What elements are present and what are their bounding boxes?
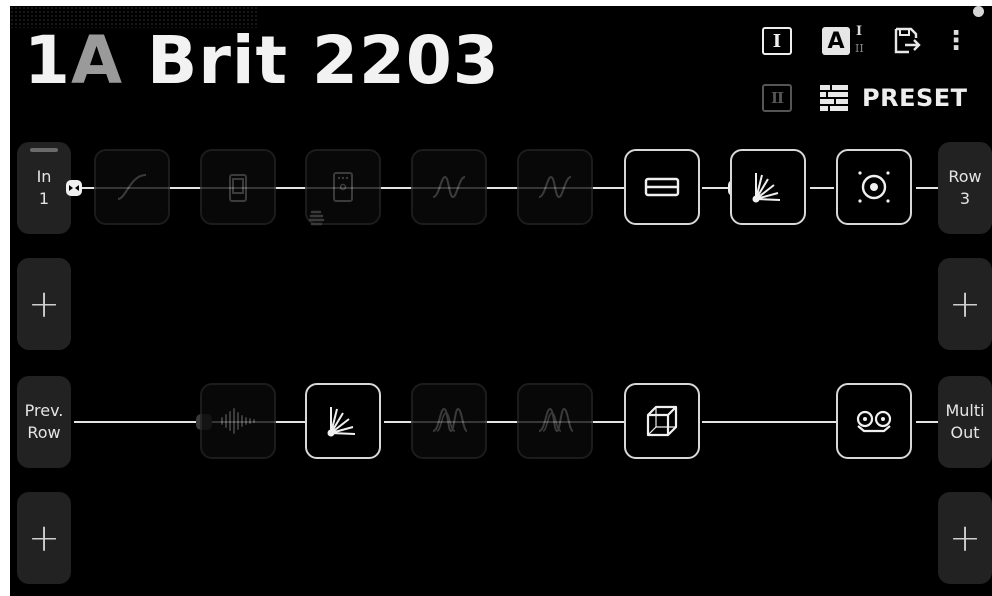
block-wah[interactable] xyxy=(200,149,276,225)
plus-icon: + xyxy=(28,516,60,560)
row3-signal-line xyxy=(702,421,836,423)
row3-input-label-2: Row xyxy=(27,423,61,442)
row2-add-left-button[interactable]: + xyxy=(17,258,71,350)
snapshot-2-button[interactable]: II xyxy=(762,84,792,112)
preset-name: Brit 2203 xyxy=(147,22,500,99)
block-cabinet[interactable] xyxy=(836,149,912,225)
row1-split-point[interactable] xyxy=(66,180,82,196)
row3-input-tab[interactable]: Prev. Row xyxy=(17,376,71,468)
eq-slider-icon xyxy=(644,177,680,197)
amp-fan-icon xyxy=(752,173,781,203)
ab-top-label: I xyxy=(856,24,863,39)
row4-add-right-button[interactable]: + xyxy=(938,492,992,584)
plus-icon: + xyxy=(28,282,60,326)
row1-output-label-1: Row xyxy=(948,167,982,186)
block-delay[interactable] xyxy=(836,383,912,459)
modulation-wave-icon xyxy=(538,407,574,433)
snapshot-1-button[interactable]: I xyxy=(762,27,792,55)
reverb-cube-icon xyxy=(646,405,678,437)
waveform-icon xyxy=(538,175,572,199)
row3-output-tab[interactable]: Multi Out xyxy=(938,376,992,468)
row3-output-label-1: Multi xyxy=(945,401,985,420)
row1-signal-line xyxy=(916,187,938,189)
block-eq[interactable] xyxy=(624,149,700,225)
save-button[interactable] xyxy=(890,23,924,59)
block-filter-1[interactable] xyxy=(411,149,487,225)
ab-bottom-label: II xyxy=(855,42,864,55)
row1-signal-line xyxy=(702,187,730,189)
volume-swell-icon xyxy=(117,174,147,200)
row1-signal-line xyxy=(810,187,834,189)
block-amp[interactable] xyxy=(730,149,806,225)
plus-icon: + xyxy=(949,516,981,560)
wah-pedal-icon xyxy=(229,174,247,202)
row1-input-tab[interactable]: In 1 xyxy=(17,142,71,234)
row4-add-left-button[interactable]: + xyxy=(17,492,71,584)
noise-gate-icon xyxy=(221,408,255,434)
block-volume-swell[interactable] xyxy=(94,149,170,225)
cabinet-speaker-icon xyxy=(858,171,890,203)
row1-input-label-2: 1 xyxy=(38,189,50,208)
block-reverb[interactable] xyxy=(624,383,700,459)
tape-delay-icon xyxy=(856,410,892,433)
row1-output-tab[interactable]: Row 3 xyxy=(938,142,992,234)
block-modulation-1[interactable] xyxy=(411,383,487,459)
snapshot-2-label: II xyxy=(770,89,784,107)
preset-letter: A xyxy=(70,22,124,99)
row1-output-label-2: 3 xyxy=(959,189,971,208)
more-menu-button[interactable]: ⋮ xyxy=(943,23,969,59)
preset-title[interactable]: 1A Brit 2203 xyxy=(24,28,500,94)
preset-grid-icon xyxy=(820,85,848,111)
preset-number: 1 xyxy=(24,22,71,99)
row3-output-label-2: Out xyxy=(950,423,980,442)
plus-icon: + xyxy=(949,282,981,326)
ab-compare-icon: A I II xyxy=(822,23,872,59)
device-screen: 1A Brit 2203 I II A I II ⋮ PRESET In 1 R… xyxy=(10,6,992,596)
row3-input-label-1: Prev. xyxy=(24,401,64,420)
drag-handle[interactable] xyxy=(30,148,58,152)
status-indicator xyxy=(973,6,984,17)
more-vertical-icon: ⋮ xyxy=(943,26,969,56)
modulation-wave-icon xyxy=(432,407,468,433)
stompbox-icon xyxy=(333,172,353,202)
split-arrows-icon xyxy=(69,185,79,191)
save-export-icon xyxy=(894,27,921,54)
ab-compare-button[interactable]: A I II xyxy=(822,23,872,59)
ab-letter: A xyxy=(822,27,850,55)
row2-add-right-button[interactable]: + xyxy=(938,258,992,350)
block-modulation-2[interactable] xyxy=(517,383,593,459)
preset-label: PRESET xyxy=(862,84,968,112)
block-noise-gate[interactable] xyxy=(200,383,276,459)
block-filter-2[interactable] xyxy=(517,149,593,225)
snapshot-1-label: I xyxy=(772,30,782,52)
row3-signal-line xyxy=(916,421,938,423)
row1-input-label-1: In xyxy=(36,167,52,186)
touch-hand-icon xyxy=(306,208,328,230)
waveform-icon xyxy=(432,175,466,199)
preset-button[interactable]: PRESET xyxy=(818,78,978,118)
amp-fan-icon xyxy=(327,407,356,437)
block-amp-2[interactable] xyxy=(305,383,381,459)
